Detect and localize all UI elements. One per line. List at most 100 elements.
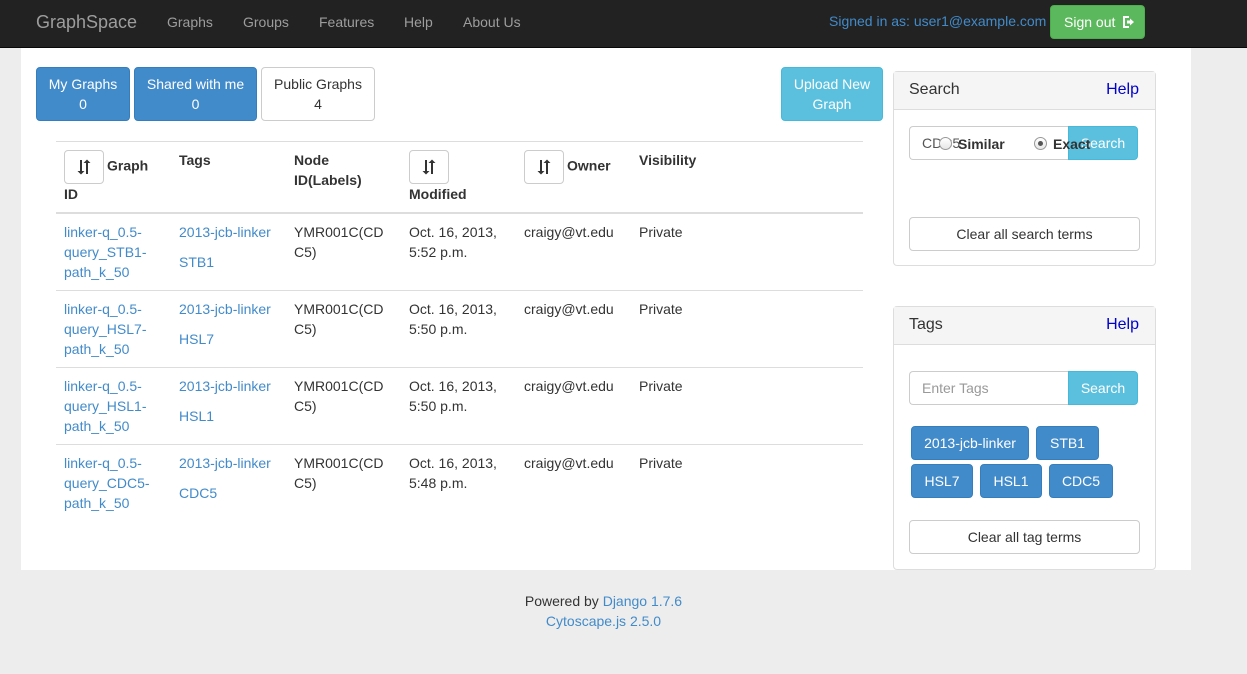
shared-with-me-label: Shared with me bbox=[146, 76, 245, 92]
cell-tags: 2013-jcb-linker HSL7 bbox=[171, 291, 286, 368]
graph-id-text[interactable]: query_CDC5- bbox=[64, 475, 150, 491]
upload-label-line1: Upload New bbox=[793, 76, 871, 92]
search-panel-header: Search Help bbox=[894, 72, 1155, 110]
django-link[interactable]: Django 1.7.6 bbox=[603, 593, 682, 609]
sort-icon bbox=[537, 159, 551, 175]
header-node: Node bbox=[294, 152, 329, 168]
tag-button[interactable]: HSL1 bbox=[980, 464, 1042, 498]
header-id: ID bbox=[64, 186, 78, 202]
cell-node-id: YMR001C(CD C5) bbox=[286, 445, 401, 522]
shared-with-me-count: 0 bbox=[191, 96, 200, 112]
graph-id-text[interactable]: linker-q_0.5- bbox=[64, 455, 142, 471]
graph-id-text[interactable]: linker-q_0.5- bbox=[64, 301, 142, 317]
tags-panel: Tags Help Search 2013-jcb-linker STB1 HS… bbox=[893, 306, 1156, 570]
table-body: linker-q_0.5- query_STB1- path_k_50 2013-jc… bbox=[56, 213, 863, 522]
graph-id-text[interactable]: path_k_50 bbox=[64, 264, 129, 280]
upload-graph-button[interactable]: Upload New Graph bbox=[781, 67, 883, 121]
col-graph-id: Graph ID bbox=[56, 142, 171, 214]
tag-button[interactable]: HSL7 bbox=[911, 464, 973, 498]
graph-id-text[interactable]: path_k_50 bbox=[64, 341, 129, 357]
search-panel-title: Search bbox=[909, 81, 960, 98]
sort-owner-button[interactable] bbox=[524, 150, 564, 184]
nav-features[interactable]: Features bbox=[319, 14, 374, 30]
brand-logo[interactable]: GraphSpace bbox=[36, 12, 137, 33]
similar-radio[interactable] bbox=[939, 137, 952, 150]
graph-id-text[interactable]: path_k_50 bbox=[64, 418, 129, 434]
nav-about-us[interactable]: About Us bbox=[463, 14, 521, 30]
col-visibility: Visibility bbox=[639, 152, 697, 168]
public-graphs-button[interactable]: Public Graphs 4 bbox=[261, 67, 375, 121]
table-tag-link[interactable]: 2013-jcb-linker bbox=[179, 222, 278, 242]
graph-id-text[interactable]: query_STB1- bbox=[64, 244, 146, 260]
table-tag-link[interactable]: HSL1 bbox=[179, 406, 278, 426]
cell-visibility: Private bbox=[639, 301, 683, 317]
col-node-id: Node ID(Labels) bbox=[286, 142, 401, 214]
sign-out-label: Sign out bbox=[1064, 14, 1116, 30]
sort-graph-id-button[interactable] bbox=[64, 150, 104, 184]
graphs-table: Graph ID Tags Node ID(Labels) Modified O… bbox=[56, 141, 863, 522]
clear-search-terms-button[interactable]: Clear all search terms bbox=[909, 217, 1140, 251]
graph-id-link[interactable]: linker-q_0.5- query_HSL7- path_k_50 bbox=[64, 301, 147, 357]
table-tag-link[interactable]: 2013-jcb-linker bbox=[179, 453, 278, 473]
cell-graph-id: linker-q_0.5- query_STB1- path_k_50 bbox=[56, 213, 171, 291]
table-row: linker-q_0.5- query_HSL1- path_k_50 2013-jc… bbox=[56, 368, 863, 445]
graph-id-text[interactable]: query_HSL7- bbox=[64, 321, 147, 337]
cell-owner: craigy@vt.edu bbox=[524, 455, 614, 471]
clear-tag-terms-button[interactable]: Clear all tag terms bbox=[909, 520, 1140, 554]
exact-radio-option[interactable]: Exact bbox=[1034, 136, 1090, 152]
cytoscape-link[interactable]: Cytoscape.js 2.5.0 bbox=[546, 613, 661, 629]
cell-modified: Oct. 16, 2013, 5:52 p.m. bbox=[401, 213, 516, 291]
nav-graphs[interactable]: Graphs bbox=[167, 14, 213, 30]
graph-id-link[interactable]: linker-q_0.5- query_STB1- path_k_50 bbox=[64, 224, 146, 280]
my-graphs-count: 0 bbox=[79, 96, 87, 112]
sort-modified-button[interactable] bbox=[409, 150, 449, 184]
signed-in-user[interactable]: Signed in as: user1@example.com bbox=[829, 13, 1046, 29]
tags-input[interactable] bbox=[909, 371, 1069, 405]
tag-button[interactable]: CDC5 bbox=[1049, 464, 1113, 498]
node-id-text: YMR001C(CD bbox=[294, 224, 384, 240]
node-id-text: YMR001C(CD bbox=[294, 455, 384, 471]
tags-help-link[interactable]: Help bbox=[1106, 316, 1139, 334]
cell-owner: craigy@vt.edu bbox=[524, 301, 614, 317]
graph-id-text[interactable]: query_HSL1- bbox=[64, 398, 147, 414]
sign-out-button[interactable]: Sign out bbox=[1050, 5, 1145, 39]
node-id-text: YMR001C(CD bbox=[294, 378, 384, 394]
tag-button[interactable]: 2013-jcb-linker bbox=[911, 426, 1029, 460]
cell-visibility: Private bbox=[639, 224, 683, 240]
graph-id-text[interactable]: path_k_50 bbox=[64, 495, 129, 511]
exact-radio[interactable] bbox=[1034, 137, 1047, 150]
nav-groups[interactable]: Groups bbox=[243, 14, 289, 30]
shared-with-me-button[interactable]: Shared with me 0 bbox=[134, 67, 257, 121]
node-id-text: YMR001C(CD bbox=[294, 301, 384, 317]
nav-help[interactable]: Help bbox=[404, 14, 433, 30]
tags-search-button[interactable]: Search bbox=[1068, 371, 1138, 405]
table-tag-link[interactable]: HSL7 bbox=[179, 329, 278, 349]
table-row: linker-q_0.5- query_CDC5- path_k_50 2013-jc… bbox=[56, 445, 863, 522]
graph-id-link[interactable]: linker-q_0.5- query_HSL1- path_k_50 bbox=[64, 378, 147, 434]
cell-modified: Oct. 16, 2013, 5:50 p.m. bbox=[401, 291, 516, 368]
my-graphs-button[interactable]: My Graphs 0 bbox=[36, 67, 130, 121]
upload-label-line2: Graph bbox=[812, 96, 852, 112]
table-tag-link[interactable]: STB1 bbox=[179, 252, 278, 272]
graph-id-link[interactable]: linker-q_0.5- query_CDC5- path_k_50 bbox=[64, 455, 150, 511]
similar-radio-option[interactable]: Similar bbox=[939, 136, 1005, 152]
table-tag-link[interactable]: 2013-jcb-linker bbox=[179, 376, 278, 396]
node-id-text: C5) bbox=[294, 475, 317, 491]
tag-button[interactable]: STB1 bbox=[1036, 426, 1099, 460]
cell-visibility: Private bbox=[639, 455, 683, 471]
node-id-text: C5) bbox=[294, 321, 317, 337]
cell-modified: Oct. 16, 2013, 5:48 p.m. bbox=[401, 445, 516, 522]
graph-id-text[interactable]: linker-q_0.5- bbox=[64, 224, 142, 240]
modified-text: 5:52 p.m. bbox=[409, 244, 468, 260]
search-help-link[interactable]: Help bbox=[1106, 81, 1139, 99]
graph-id-text[interactable]: linker-q_0.5- bbox=[64, 378, 142, 394]
modified-text: Oct. 16, 2013, bbox=[409, 301, 497, 317]
sort-icon bbox=[422, 159, 436, 175]
table-tag-link[interactable]: 2013-jcb-linker bbox=[179, 299, 278, 319]
exact-label: Exact bbox=[1053, 136, 1091, 152]
table-tag-link[interactable]: CDC5 bbox=[179, 483, 278, 503]
cell-tags: 2013-jcb-linker HSL1 bbox=[171, 368, 286, 445]
header-graph: Graph bbox=[107, 157, 149, 174]
node-id-text: C5) bbox=[294, 398, 317, 414]
log-out-icon bbox=[1123, 16, 1135, 28]
